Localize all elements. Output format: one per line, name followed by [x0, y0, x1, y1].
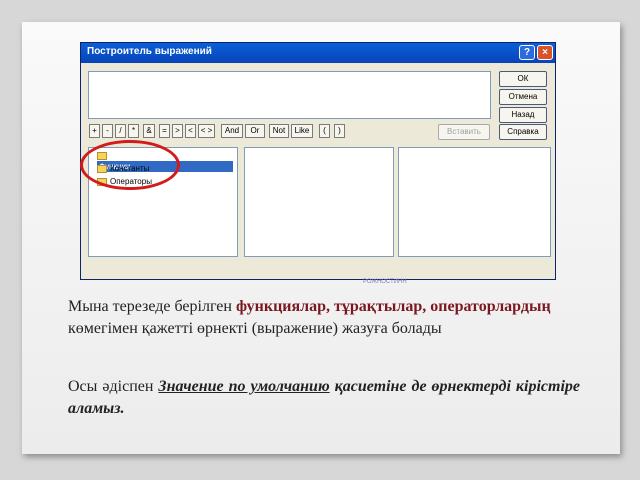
ok-button[interactable]: ОК: [499, 71, 547, 87]
operator-minus-button[interactable]: -: [102, 124, 113, 138]
dialog-title: Построитель выражений: [87, 46, 212, 57]
paragraph-2: Осы әдіспен Значение по умолчанию қасиет…: [68, 376, 580, 420]
help-button[interactable]: Справка: [499, 124, 547, 140]
title-bar: Построитель выражений ? ×: [81, 43, 555, 63]
expression-input[interactable]: [88, 71, 491, 119]
elements-list[interactable]: [244, 147, 394, 257]
dialog-bottom-bar: [81, 266, 555, 278]
cancel-button[interactable]: Отмена: [499, 89, 547, 105]
operator-multiply-button[interactable]: *: [128, 124, 139, 138]
operator-less-button[interactable]: <: [185, 124, 196, 138]
operator-notequal-button[interactable]: < >: [198, 124, 215, 138]
operator-divide-button[interactable]: /: [115, 124, 126, 138]
operator-plus-button[interactable]: +: [89, 124, 100, 138]
back-button[interactable]: Назад: [499, 107, 547, 123]
p1-text-c: көмегімен қажетті өрнекті (выражение) жа…: [68, 320, 442, 337]
red-highlight-oval: [80, 140, 180, 190]
watermark-text: РОЖНОСТИНН: [363, 279, 407, 285]
operator-equal-button[interactable]: =: [159, 124, 170, 138]
p2-text-a: Осы әдіспен: [68, 378, 159, 395]
operator-concat-button[interactable]: &: [143, 124, 155, 138]
paragraph-1: Мына терезеде берілген функциялар, тұрақ…: [68, 296, 580, 340]
operator-or-button[interactable]: Or: [245, 124, 265, 138]
close-icon[interactable]: ×: [537, 45, 553, 60]
operator-close-paren-button[interactable]: ): [334, 124, 345, 138]
operator-like-button[interactable]: Like: [291, 124, 313, 138]
operator-open-paren-button[interactable]: (: [319, 124, 330, 138]
values-list[interactable]: [398, 147, 551, 257]
operator-greater-button[interactable]: >: [172, 124, 183, 138]
operator-and-button[interactable]: And: [221, 124, 243, 138]
help-title-button[interactable]: ?: [519, 45, 535, 60]
insert-button[interactable]: Вставить: [438, 124, 490, 140]
p1-text-a: Мына терезеде берілген: [68, 298, 236, 315]
operator-not-button[interactable]: Not: [269, 124, 289, 138]
p1-highlight: функциялар, тұрақтылар, операторлардың: [235, 298, 551, 315]
p2-property-name: Значение по умолчанию: [158, 378, 330, 395]
